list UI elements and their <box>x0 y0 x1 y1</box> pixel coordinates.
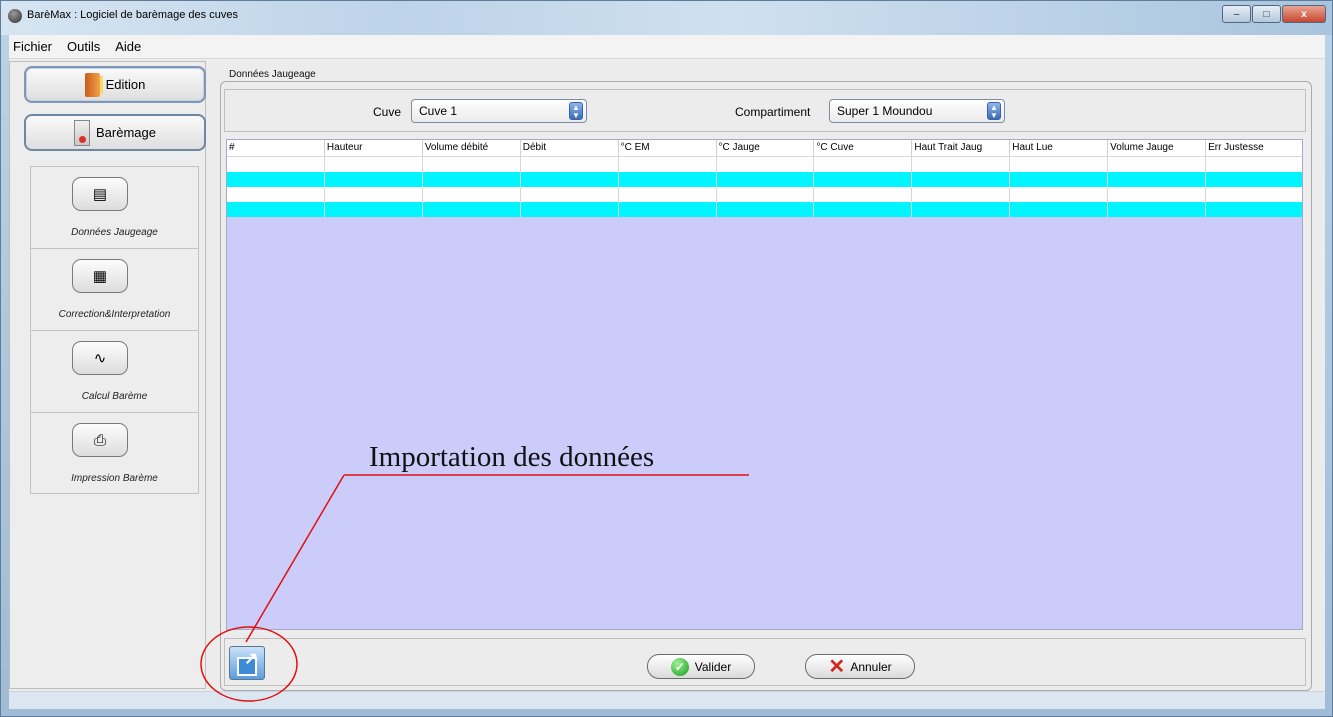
printer-icon: ⎙ <box>72 423 128 457</box>
waveform-icon: ∿ <box>72 341 128 375</box>
minimize-button[interactable]: – <box>1222 5 1251 23</box>
cuve-select[interactable]: Cuve 1 ▲ ▼ <box>411 99 587 123</box>
table-row[interactable] <box>227 172 1302 187</box>
baremage-label: Barèmage <box>96 125 156 140</box>
edition-label: Edition <box>105 77 146 92</box>
maximize-button[interactable]: □ <box>1252 5 1281 23</box>
import-data-button[interactable] <box>229 646 265 680</box>
selector-bar: Cuve Cuve 1 ▲ ▼ Compartiment Super 1 Moun… <box>224 89 1306 132</box>
table-row[interactable] <box>227 202 1302 217</box>
baremage-button[interactable]: Barèmage <box>24 114 206 151</box>
edition-button[interactable]: Edition <box>24 66 206 103</box>
window-controls: – □ x <box>1221 5 1326 23</box>
x-mark-icon: ✕ <box>828 655 846 678</box>
col-volume-debite[interactable]: Volume débité <box>423 140 521 156</box>
chart-icon <box>74 119 90 146</box>
import-annotation-text: Importation des données <box>369 441 655 473</box>
tool-impression-bareme[interactable]: ⎙ Impression Barème <box>31 413 198 495</box>
cancel-label: Annuler <box>850 659 892 674</box>
cuve-label: Cuve <box>373 105 402 119</box>
bottom-action-bar <box>224 638 1306 686</box>
validate-label: Valider <box>694 659 732 674</box>
book-icon <box>84 72 103 97</box>
menu-bar: Fichier Outils Aide <box>9 35 1325 59</box>
col-temp-cuve[interactable]: °C Cuve <box>814 140 913 156</box>
tool-list: ▤ Données Jaugeage ▦ Correction&Interpre… <box>30 166 199 494</box>
check-icon: ✓ <box>670 657 689 676</box>
cuve-dropdown-arrow-icon[interactable]: ▲ ▼ <box>569 102 583 120</box>
window-title: BarèMax : Logiciel de barèmage des cuves <box>27 9 238 21</box>
document-icon: ▤ <box>72 177 128 211</box>
data-table[interactable]: # Hauteur Volume débité Débit °C EM °C J… <box>226 139 1303 630</box>
panel-title: Données Jaugeage <box>229 69 316 80</box>
col-temp-jauge[interactable]: °C Jauge <box>717 140 815 156</box>
col-volume-jauge[interactable]: Volume Jauge <box>1108 140 1207 156</box>
cuve-value: Cuve 1 <box>419 104 458 118</box>
table-header: # Hauteur Volume débité Débit °C EM °C J… <box>227 140 1302 157</box>
tool-correction[interactable]: ▦ Correction&Interpretation <box>31 249 198 331</box>
compartiment-select[interactable]: Super 1 Moundou ▲ ▼ <box>829 99 1005 123</box>
table-row[interactable] <box>227 187 1302 202</box>
col-hauteur[interactable]: Hauteur <box>325 140 423 156</box>
app-logo-icon <box>8 9 22 23</box>
table-row[interactable] <box>227 157 1302 172</box>
compartiment-value: Super 1 Moundou <box>837 104 933 118</box>
col-haut-lue[interactable]: Haut Lue <box>1010 140 1109 156</box>
app-window: BarèMax : Logiciel de barèmage des cuves… <box>0 0 1333 717</box>
close-button[interactable]: x <box>1282 5 1326 23</box>
cancel-button[interactable]: ✕ Annuler <box>805 654 915 679</box>
tool-donnees-jaugeage[interactable]: ▤ Données Jaugeage <box>31 167 198 249</box>
col-err-justesse[interactable]: Err Justesse <box>1206 140 1302 156</box>
tool-label-correction: Correction&Interpretation <box>58 309 171 320</box>
tool-label-impression: Impression Barème <box>71 473 158 484</box>
tool-label-donnees: Données Jaugeage <box>71 227 158 238</box>
title-bar: BarèMax : Logiciel de barèmage des cuves… <box>1 1 1332 35</box>
menu-aide[interactable]: Aide <box>115 39 141 54</box>
menu-outils[interactable]: Outils <box>67 39 100 54</box>
tool-calcul-bareme[interactable]: ∿ Calcul Barème <box>31 331 198 413</box>
tool-label-calcul: Calcul Barème <box>81 391 148 402</box>
col-number[interactable]: # <box>227 140 325 156</box>
compartiment-dropdown-arrow-icon[interactable]: ▲ ▼ <box>987 102 1001 120</box>
compartiment-label: Compartiment <box>735 105 811 119</box>
col-debit[interactable]: Débit <box>521 140 619 156</box>
col-temp-em[interactable]: °C EM <box>619 140 717 156</box>
status-bar <box>9 691 1325 709</box>
menu-fichier[interactable]: Fichier <box>13 39 52 54</box>
col-haut-trait-jaug[interactable]: Haut Trait Jaug <box>912 140 1011 156</box>
calendar-grid-icon: ▦ <box>72 259 128 293</box>
validate-button[interactable]: ✓ Valider <box>647 654 755 679</box>
